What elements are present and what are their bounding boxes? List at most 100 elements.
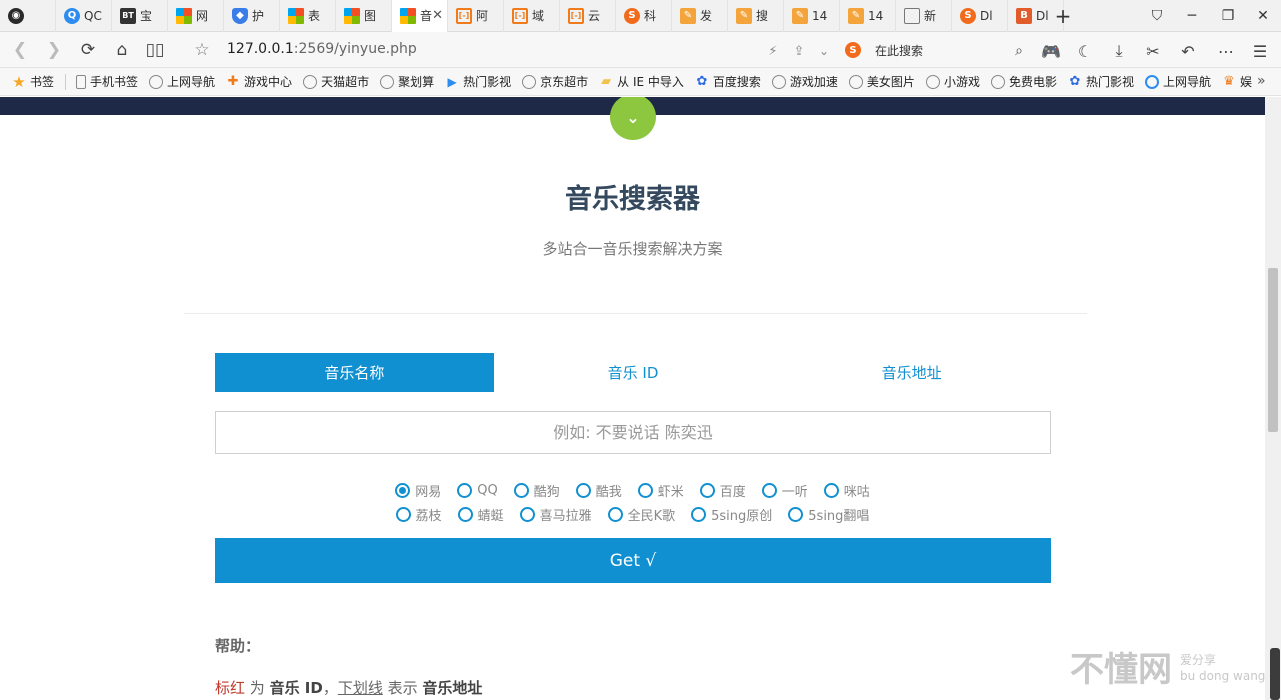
site-radio[interactable]: 咪咕 [823,481,870,500]
site-radio[interactable]: 网易 [395,481,441,500]
site-radio[interactable]: 百度 [699,481,746,500]
close-window-button[interactable]: ✕ [1245,0,1281,32]
browser-tab[interactable]: [-] 域 [504,0,560,32]
site-radio[interactable]: 一听 [761,481,808,500]
radio-button[interactable] [691,506,707,522]
radio-button[interactable] [788,506,804,522]
radio-button[interactable] [457,506,473,522]
get-button[interactable]: Get √ [215,538,1051,583]
bookmark-item[interactable]: 游戏加速 [771,73,838,90]
radio-button[interactable] [761,482,777,498]
browser-tab[interactable]: ✎ 14 [784,0,840,32]
site-radio[interactable]: 5sing原创 [691,505,772,524]
bookmark-item[interactable]: 京东超市 [522,73,588,90]
bookmark-item[interactable]: 小游戏 [925,73,980,90]
site-radio[interactable]: QQ [457,482,498,498]
scrollbar-thumb[interactable] [1268,268,1278,432]
radio-button[interactable] [395,506,411,522]
help-music-url: 音乐地址 [422,679,483,697]
browser-tab[interactable]: 图 [336,0,392,32]
search-icon[interactable]: ⌕ [1008,40,1030,62]
site-radio[interactable]: 酷我 [575,481,622,500]
site-radio[interactable]: 全民K歌 [607,505,675,524]
search-input[interactable] [215,411,1051,454]
browser-tab[interactable]: 音 ✕ [392,0,448,32]
download-icon[interactable]: ⤓ [1108,40,1130,62]
site-radio[interactable]: 5sing翻唱 [788,505,869,524]
site-radio[interactable]: 蜻蜓 [457,505,504,524]
bookmark-item[interactable]: 上网导航 [149,73,215,90]
radio-button[interactable] [395,482,411,498]
sogou-icon[interactable]: S [845,42,861,58]
bookmark-item[interactable]: 上网导航 [1144,73,1211,90]
radio-button[interactable] [575,482,591,498]
shirt-icon[interactable]: ⛉ [1139,0,1175,32]
bookmark-item[interactable]: ▰ 从 IE 中导入 [599,73,684,90]
bookmark-item[interactable]: 美女图片 [848,73,915,90]
browser-tab[interactable]: BT 宝 [112,0,168,32]
chevron-down-icon[interactable]: ⌄ [610,97,656,140]
restore-button[interactable]: ❐ [1210,0,1246,32]
browser-tab[interactable]: [-] 云 [560,0,616,32]
bookmark-item[interactable]: ✚ 游戏中心 [226,73,292,90]
bookmark-star-icon[interactable]: ☆ [190,38,214,62]
browser-tab[interactable]: 新 [896,0,952,32]
share-icon[interactable]: ⇪ [788,40,810,62]
radio-button[interactable] [519,506,535,522]
bookmark-item[interactable]: 聚划算 [380,73,434,90]
browser-tab[interactable]: ✎ 14 [840,0,896,32]
browser-tab[interactable]: S Dl [952,0,1008,32]
minimize-button[interactable]: ─ [1174,0,1210,32]
lightning-icon[interactable]: ⚡ [762,40,784,62]
radio-button[interactable] [457,482,473,498]
browser-tab[interactable]: S科 [616,0,672,32]
bookmark-item[interactable]: ✿ 热门影视 [1068,73,1134,90]
bookmark-item[interactable]: 免费电影 [990,73,1057,90]
undo-icon[interactable]: ↶ [1177,40,1199,62]
browser-tab[interactable]: 网 [168,0,224,32]
radio-button[interactable] [637,482,653,498]
reader-icon[interactable]: ▯▯ [143,38,167,62]
menu-icon[interactable]: ☰ [1249,40,1271,62]
back-button[interactable]: ❮ [8,38,32,62]
new-tab-button[interactable]: + [1045,0,1081,32]
gamepad-icon[interactable]: 🎮 [1040,40,1062,62]
browser-tab[interactable]: 表 [280,0,336,32]
more-icon[interactable]: ⋯ [1215,40,1237,62]
browser-tab[interactable]: Q QC [56,0,112,32]
tab-music-name[interactable]: 音乐名称 [215,353,494,392]
side-widget[interactable] [1270,648,1280,700]
url-field[interactable]: 127.0.0.1:2569/yinyue.php [227,41,417,57]
forward-button[interactable]: ❯ [42,38,66,62]
browser-tab[interactable]: ◉ [0,0,56,32]
browser-tab[interactable]: [-] 阿 [448,0,504,32]
browser-tab[interactable]: ◆ 护 [224,0,280,32]
bookmark-item[interactable]: ▶ 热门影视 [445,73,511,90]
radio-button[interactable] [513,482,529,498]
home-button[interactable]: ⌂ [110,38,134,62]
bookmarks-overflow-button[interactable]: » [1257,73,1266,89]
radio-button[interactable] [607,506,623,522]
radio-button[interactable] [699,482,715,498]
site-radio[interactable]: 虾米 [637,481,684,500]
tab-music-id[interactable]: 音乐 ID [494,353,773,392]
reload-button[interactable]: ⟳ [76,38,100,62]
bookmark-item[interactable]: ★ 书签 [12,73,54,91]
site-radio[interactable]: 酷狗 [513,481,560,500]
scissors-icon[interactable]: ✂ [1142,40,1164,62]
page-viewport: ⌄ 音乐搜索器 多站合一音乐搜索解决方案 音乐名称 音乐 ID 音乐地址 网易 Q… [0,97,1265,700]
night-mode-icon[interactable]: ☾ [1074,40,1096,62]
bookmark-item[interactable]: ✿ 百度搜索 [695,73,760,90]
close-tab-icon[interactable]: ✕ [432,8,443,23]
radio-button[interactable] [823,482,839,498]
browser-tab[interactable]: ✎ 发 [672,0,728,32]
tab-music-url[interactable]: 音乐地址 [772,353,1051,392]
chevron-down-icon[interactable]: ⌄ [813,40,835,62]
browser-tab[interactable]: ✎ 搜 [728,0,784,32]
bookmark-item[interactable]: 手机书签 [76,73,138,90]
bookmark-item[interactable]: ♛ 娱 [1222,73,1252,90]
site-radio[interactable]: 荔枝 [395,505,442,524]
search-engine-box[interactable]: S 在此搜索 [845,38,1030,62]
bookmark-item[interactable]: 天猫超市 [303,73,369,90]
site-radio[interactable]: 喜马拉雅 [519,505,592,524]
